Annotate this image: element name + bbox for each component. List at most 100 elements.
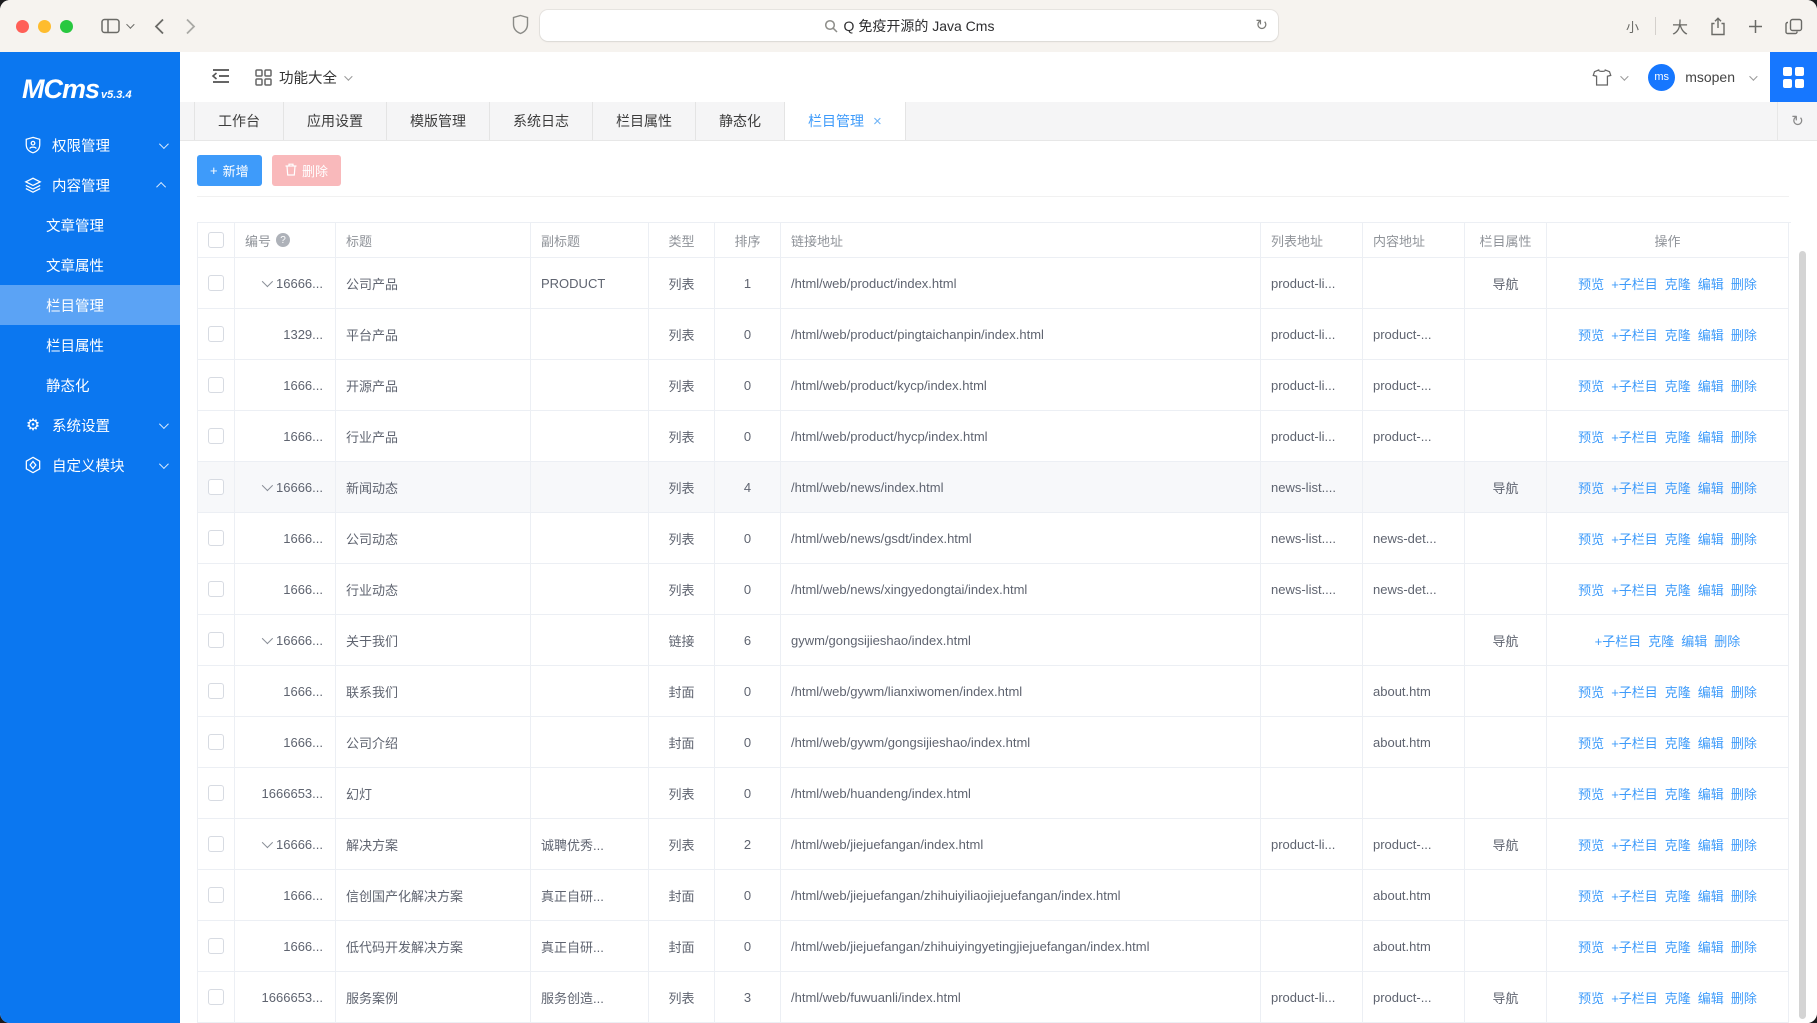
row-checkbox[interactable] [208,836,224,852]
action-克隆[interactable]: 克隆 [1648,631,1674,650]
action-克隆[interactable]: 克隆 [1665,733,1691,752]
row-checkbox[interactable] [208,530,224,546]
action-编辑[interactable]: 编辑 [1698,478,1724,497]
tab-静态化[interactable]: 静态化 [696,102,785,140]
action-预览[interactable]: 预览 [1578,937,1604,956]
action-预览[interactable]: 预览 [1578,835,1604,854]
action-删除[interactable]: 删除 [1731,733,1757,752]
select-all-checkbox[interactable] [208,232,224,248]
action-克隆[interactable]: 克隆 [1665,784,1691,803]
action-编辑[interactable]: 编辑 [1698,580,1724,599]
expand-chevron-icon[interactable] [262,633,273,644]
new-tab-icon[interactable] [1748,19,1763,34]
action-预览[interactable]: 预览 [1578,580,1604,599]
expand-chevron-icon[interactable] [262,837,273,848]
action-编辑[interactable]: 编辑 [1698,835,1724,854]
action-删除[interactable]: 删除 [1731,682,1757,701]
apps-launcher-button[interactable] [1770,52,1817,102]
tab-overview-icon[interactable] [1785,18,1803,35]
action-删除[interactable]: 删除 [1731,937,1757,956]
sidebar-subitem-栏目属性[interactable]: 栏目属性 [0,325,180,365]
chevron-down-icon[interactable] [1749,68,1755,86]
action-预览[interactable]: 预览 [1578,529,1604,548]
expand-chevron-icon[interactable] [262,480,273,491]
tab-close-icon[interactable]: × [873,114,882,129]
action-+子栏目[interactable]: +子栏目 [1611,835,1658,854]
action-克隆[interactable]: 克隆 [1665,529,1691,548]
action-+子栏目[interactable]: +子栏目 [1611,682,1658,701]
action-删除[interactable]: 删除 [1731,427,1757,446]
row-checkbox[interactable] [208,989,224,1005]
action-预览[interactable]: 预览 [1578,988,1604,1007]
add-button[interactable]: + 新增 [197,155,262,186]
action-编辑[interactable]: 编辑 [1698,886,1724,905]
row-checkbox[interactable] [208,326,224,342]
back-icon[interactable] [154,18,165,35]
action-+子栏目[interactable]: +子栏目 [1611,325,1658,344]
privacy-shield-icon[interactable] [512,14,529,40]
action-编辑[interactable]: 编辑 [1698,325,1724,344]
action-克隆[interactable]: 克隆 [1665,835,1691,854]
address-bar[interactable]: Q 免疫开源的 Java Cms ↻ [540,10,1278,41]
row-checkbox[interactable] [208,479,224,495]
username[interactable]: msopen [1685,69,1735,85]
refresh-tab-icon[interactable]: ↻ [1777,102,1817,140]
forward-icon[interactable] [185,18,196,35]
help-icon[interactable]: ? [276,233,290,247]
action-+子栏目[interactable]: +子栏目 [1611,580,1658,599]
share-icon[interactable] [1710,17,1726,36]
close-window-button[interactable] [16,20,29,33]
sidebar-item-内容管理[interactable]: 内容管理 [0,165,180,205]
action-+子栏目[interactable]: +子栏目 [1611,937,1658,956]
sidebar-subitem-文章管理[interactable]: 文章管理 [0,205,180,245]
action-编辑[interactable]: 编辑 [1681,631,1707,650]
action-删除[interactable]: 删除 [1731,580,1757,599]
font-larger-button[interactable]: 大 [1672,14,1688,38]
action-+子栏目[interactable]: +子栏目 [1611,733,1658,752]
action-克隆[interactable]: 克隆 [1665,682,1691,701]
action-删除[interactable]: 删除 [1714,631,1740,650]
action-预览[interactable]: 预览 [1578,274,1604,293]
row-checkbox[interactable] [208,581,224,597]
sidebar-subitem-文章属性[interactable]: 文章属性 [0,245,180,285]
row-checkbox[interactable] [208,683,224,699]
sidebar-subitem-栏目管理[interactable]: 栏目管理 [0,285,180,325]
sidebar-item-系统设置[interactable]: ⚙系统设置 [0,405,180,445]
theme-shirt-icon[interactable] [1592,68,1612,87]
chevron-down-icon[interactable] [126,23,132,29]
action-编辑[interactable]: 编辑 [1698,529,1724,548]
action-克隆[interactable]: 克隆 [1665,376,1691,395]
tab-栏目管理[interactable]: 栏目管理× [785,102,906,140]
action-+子栏目[interactable]: +子栏目 [1611,988,1658,1007]
action-删除[interactable]: 删除 [1731,376,1757,395]
row-checkbox[interactable] [208,632,224,648]
tab-应用设置[interactable]: 应用设置 [284,102,387,140]
row-checkbox[interactable] [208,887,224,903]
action-+子栏目[interactable]: +子栏目 [1611,274,1658,293]
action-编辑[interactable]: 编辑 [1698,274,1724,293]
action-克隆[interactable]: 克隆 [1665,988,1691,1007]
action-删除[interactable]: 删除 [1731,886,1757,905]
action-+子栏目[interactable]: +子栏目 [1611,478,1658,497]
collapse-menu-icon[interactable] [210,66,232,91]
action-编辑[interactable]: 编辑 [1698,937,1724,956]
action-预览[interactable]: 预览 [1578,376,1604,395]
action-+子栏目[interactable]: +子栏目 [1611,784,1658,803]
zoom-window-button[interactable] [60,20,73,33]
action-删除[interactable]: 删除 [1731,325,1757,344]
action-克隆[interactable]: 克隆 [1665,478,1691,497]
row-checkbox[interactable] [208,428,224,444]
action-预览[interactable]: 预览 [1578,733,1604,752]
browser-sidebar-icon[interactable] [101,18,120,34]
all-functions-menu[interactable]: 功能大全 [255,52,350,102]
reload-icon[interactable]: ↻ [1255,18,1268,33]
user-avatar[interactable]: ms [1648,64,1675,91]
row-checkbox[interactable] [208,938,224,954]
action-克隆[interactable]: 克隆 [1665,274,1691,293]
tab-工作台[interactable]: 工作台 [194,102,284,140]
row-checkbox[interactable] [208,785,224,801]
action-删除[interactable]: 删除 [1731,274,1757,293]
sidebar-subitem-静态化[interactable]: 静态化 [0,365,180,405]
action-预览[interactable]: 预览 [1578,682,1604,701]
sidebar-item-权限管理[interactable]: 权限管理 [0,125,180,165]
